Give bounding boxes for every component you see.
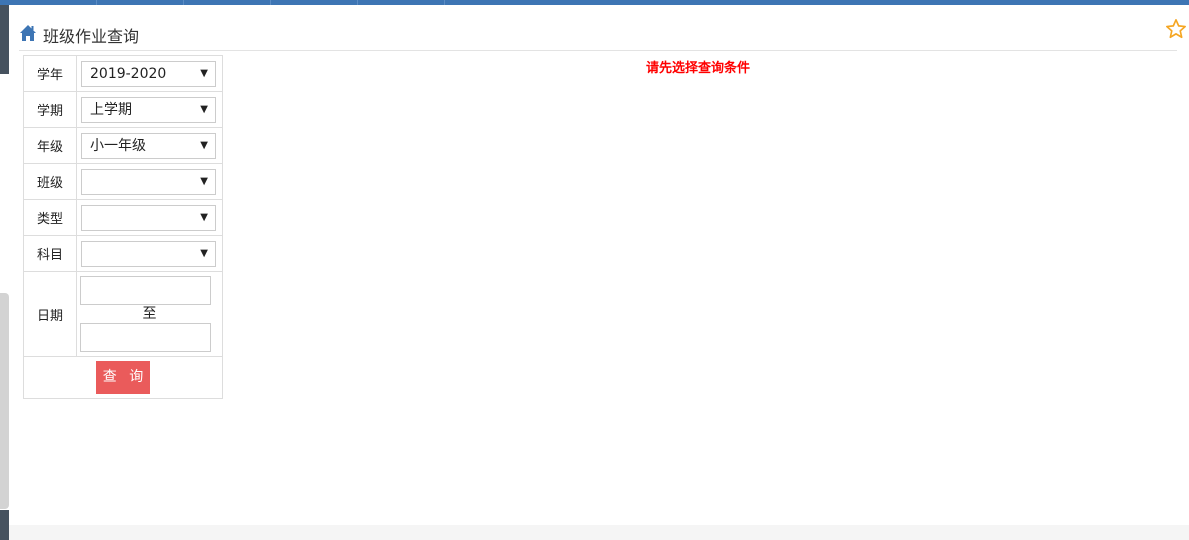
select-value: 上学期 <box>90 101 132 118</box>
query-form: 学年 2019-2020 ▼ 学期 上学期 ▼ 年级 小一年级 ▼ 班级 ▼ 类型 ▼ 科目 ▼… <box>23 55 223 399</box>
date-separator: 至 <box>142 306 157 322</box>
field-label: 年级 <box>23 127 77 164</box>
field-label: 学期 <box>23 91 77 128</box>
caret-down-icon: ▼ <box>200 103 208 115</box>
page-title: 班级作业查询 <box>43 27 140 46</box>
page-header: 班级作业查询 <box>19 19 1186 51</box>
nav-tab[interactable] <box>271 0 358 5</box>
select-value: 小一年级 <box>90 137 146 154</box>
caret-down-icon: ▼ <box>200 175 208 187</box>
date-label: 日期 <box>23 271 77 357</box>
select-value: 2019-2020 <box>90 65 167 82</box>
field-select[interactable]: ▼ <box>81 204 216 231</box>
caret-down-icon: ▼ <box>200 67 208 79</box>
top-nav-bar <box>0 0 1189 5</box>
caret-down-icon: ▼ <box>200 211 208 223</box>
field-select[interactable]: 小一年级 ▼ <box>81 132 216 159</box>
star-icon[interactable] <box>1165 18 1187 40</box>
field-select[interactable]: ▼ <box>81 168 216 195</box>
footer-band <box>9 525 1189 540</box>
field-select[interactable]: 上学期 ▼ <box>81 96 216 123</box>
caret-down-icon: ▼ <box>200 247 208 259</box>
nav-tab[interactable] <box>184 0 271 5</box>
caret-down-icon: ▼ <box>200 139 208 151</box>
field-select[interactable]: ▼ <box>81 240 216 267</box>
field-label: 科目 <box>23 235 77 272</box>
hint-message: 请先选择查询条件 <box>646 61 751 76</box>
field-select[interactable]: 2019-2020 ▼ <box>81 60 216 87</box>
field-label: 班级 <box>23 163 77 200</box>
end-date-input[interactable] <box>80 323 211 352</box>
query-button[interactable]: 查 询 <box>96 361 150 394</box>
home-icon[interactable] <box>19 24 37 42</box>
sidebar-edge <box>0 510 9 540</box>
start-date-input[interactable] <box>80 276 211 305</box>
field-label: 类型 <box>23 199 77 236</box>
sidebar-edge <box>0 5 9 74</box>
scrollbar[interactable] <box>0 293 9 509</box>
nav-tab[interactable] <box>358 0 445 5</box>
nav-tab[interactable] <box>0 0 97 5</box>
nav-tab[interactable] <box>97 0 184 5</box>
field-label: 学年 <box>23 55 77 92</box>
